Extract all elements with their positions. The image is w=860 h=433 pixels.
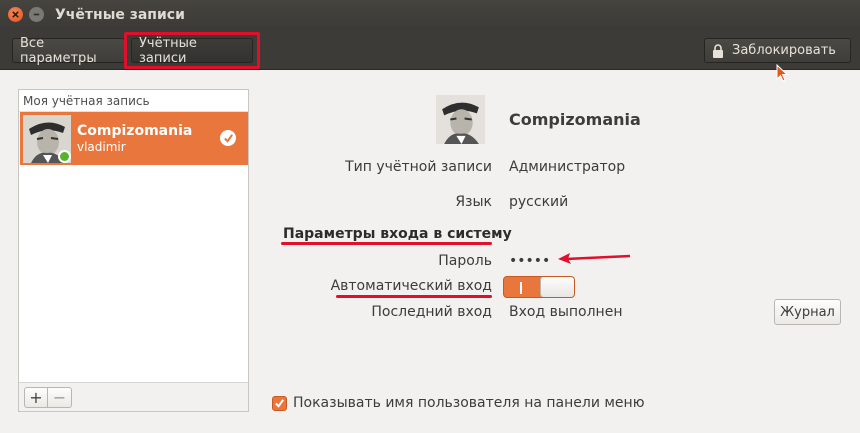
show-username-option[interactable]: Показывать имя пользователя на панели ме… [272, 395, 644, 411]
all-settings-button[interactable]: Все параметры [12, 36, 125, 66]
login-settings-heading: Параметры входа в систему [283, 226, 512, 242]
language-value[interactable]: русский [509, 194, 568, 210]
avatar-portrait-icon [436, 95, 485, 144]
list-footer: + − [19, 382, 248, 411]
logged-in-check-icon [220, 130, 236, 146]
user-list-item[interactable]: Compizomania vladimir [20, 112, 248, 165]
last-login-label: Последний вход [371, 304, 492, 320]
title-bar: Учётные записи [0, 0, 860, 30]
add-user-button[interactable]: + [24, 387, 48, 408]
window-title: Учётные записи [55, 7, 185, 23]
account-avatar-button[interactable] [436, 95, 485, 144]
user-avatar [23, 114, 71, 163]
lock-button[interactable]: Заблокировать [704, 38, 851, 63]
arrow-annotation-icon [558, 253, 631, 264]
autologin-switch[interactable] [503, 276, 575, 298]
password-value[interactable]: ••••• [509, 253, 550, 269]
minimize-window-button[interactable] [29, 7, 44, 22]
user-list-name: Compizomania [77, 123, 193, 139]
lock-button-label: Заблокировать [732, 43, 836, 58]
password-label: Пароль [438, 253, 492, 269]
online-status-icon [58, 149, 71, 163]
user-list-login: vladimir [77, 140, 126, 154]
history-button[interactable]: Журнал [774, 299, 841, 325]
account-type-label: Тип учётной записи [345, 159, 492, 175]
accounts-list-panel: Моя учётная запись Compizomania vladimir… [18, 89, 249, 412]
heading-underline-annotation [281, 242, 492, 245]
show-username-label: Показывать имя пользователя на панели ме… [293, 395, 645, 411]
switch-knob [540, 277, 574, 297]
close-icon [12, 11, 19, 18]
show-username-checkbox[interactable] [272, 395, 287, 411]
last-login-value: Вход выполнен [509, 304, 623, 320]
mouse-cursor-icon [776, 64, 789, 82]
language-label: Язык [455, 194, 492, 210]
autologin-underline-annotation [336, 295, 492, 298]
switch-on-mark [520, 282, 522, 294]
account-full-name[interactable]: Compizomania [509, 110, 641, 129]
autologin-label: Автоматический вход [330, 278, 492, 294]
close-window-button[interactable] [8, 7, 23, 22]
account-type-value[interactable]: Администратор [509, 159, 625, 175]
checkmark-icon [275, 398, 284, 408]
remove-user-button[interactable]: − [48, 387, 72, 408]
lock-icon [713, 43, 723, 58]
my-account-header: Моя учётная запись [19, 90, 248, 112]
minimize-icon [33, 13, 40, 16]
highlight-annotation-box [124, 32, 260, 69]
